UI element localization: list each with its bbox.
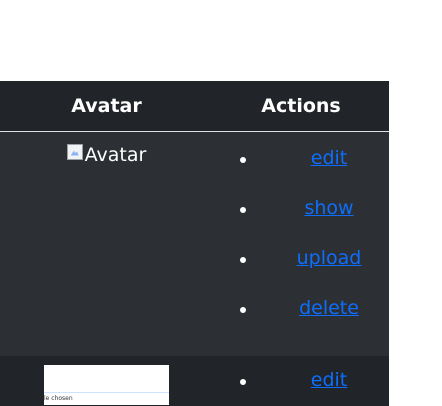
list-item: edit bbox=[213, 356, 389, 406]
list-item: delete bbox=[213, 284, 389, 334]
thumbnail-text: le chosen bbox=[44, 394, 73, 402]
avatar-cell: Avatar bbox=[0, 131, 213, 356]
bullet-icon bbox=[240, 156, 246, 163]
avatar-cell: le chosen bbox=[0, 356, 213, 406]
edit-link[interactable]: edit bbox=[269, 148, 389, 168]
header-row: Avatar Actions bbox=[0, 81, 389, 132]
delete-link[interactable]: delete bbox=[269, 298, 389, 318]
avatar-thumbnail: le chosen bbox=[44, 364, 169, 405]
avatar-image: Avatar bbox=[66, 143, 147, 166]
header-avatar: Avatar bbox=[0, 81, 213, 132]
list-item: edit bbox=[213, 134, 389, 184]
list-item: show bbox=[213, 184, 389, 234]
table-header: Avatar Actions bbox=[0, 81, 389, 132]
upload-link[interactable]: upload bbox=[269, 248, 389, 268]
table-body: Avatar edit show upload delete le chosen… bbox=[0, 131, 389, 406]
bullet-icon bbox=[240, 378, 246, 385]
table-row: le chosen edit bbox=[0, 355, 389, 406]
show-link[interactable]: show bbox=[269, 198, 389, 218]
table-row: Avatar edit show upload delete bbox=[0, 131, 389, 356]
actions-list: edit bbox=[213, 356, 389, 406]
list-item: upload bbox=[213, 234, 389, 284]
edit-link[interactable]: edit bbox=[269, 370, 389, 390]
users-table: Avatar Actions Avatar edit show upload d… bbox=[0, 81, 389, 406]
users-table-container: Avatar Actions Avatar edit show upload d… bbox=[0, 81, 389, 406]
bullet-icon bbox=[240, 256, 246, 263]
actions-cell: edit show upload delete bbox=[213, 131, 389, 356]
header-actions: Actions bbox=[213, 81, 389, 132]
broken-image-icon bbox=[66, 143, 83, 160]
actions-list: edit show upload delete bbox=[213, 132, 389, 356]
bullet-icon bbox=[240, 206, 246, 213]
avatar-alt-text: Avatar bbox=[84, 143, 147, 166]
actions-cell: edit bbox=[213, 356, 389, 406]
bullet-icon bbox=[240, 306, 246, 313]
thumbnail-divider bbox=[44, 391, 169, 393]
